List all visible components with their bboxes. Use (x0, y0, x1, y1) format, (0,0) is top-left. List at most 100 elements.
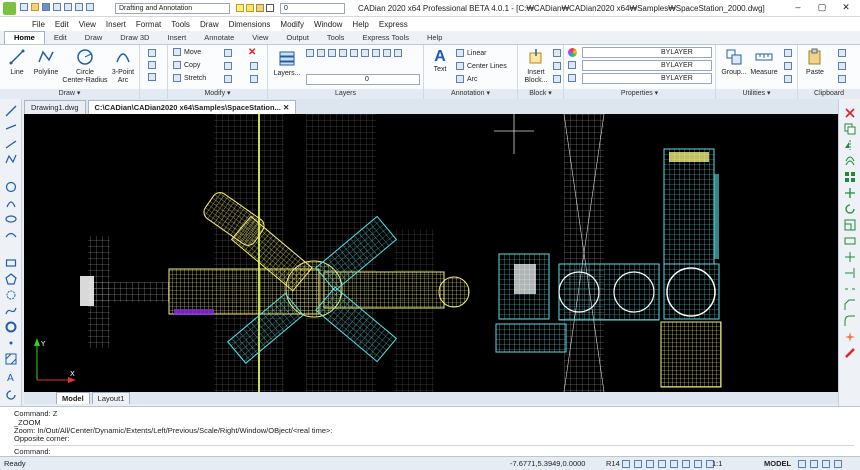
block-icon-1[interactable] (553, 49, 561, 57)
menu-edit[interactable]: Edit (55, 20, 69, 29)
osnap-icon[interactable] (670, 459, 678, 468)
undo-icon[interactable] (75, 3, 83, 11)
layer-icon-5[interactable] (350, 49, 358, 57)
offset-icon[interactable] (844, 155, 856, 167)
layer-combo[interactable]: 0 (306, 74, 420, 85)
tab-help[interactable]: Help (418, 32, 451, 44)
utilities-icon-3[interactable] (784, 75, 792, 83)
draw-rectangle-icon[interactable] (5, 257, 17, 269)
tab-tools[interactable]: Tools (318, 32, 354, 44)
save-icon[interactable] (42, 3, 50, 11)
block-icon-2[interactable] (553, 62, 561, 70)
tab-annotate[interactable]: Annotate (195, 32, 243, 44)
lineweight-toggle-icon[interactable] (694, 459, 702, 468)
workspace-select[interactable]: Drafting and Annotation (115, 3, 230, 14)
draw-line-icon[interactable] (5, 105, 17, 117)
paste-tool[interactable]: Paste (801, 48, 829, 77)
grid-icon[interactable] (634, 459, 642, 468)
measure-tool[interactable]: Measure (749, 48, 779, 77)
close-window-button[interactable]: ✕ (836, 2, 856, 14)
draw-polyline-icon[interactable] (5, 153, 17, 165)
help-icon[interactable] (834, 459, 842, 468)
layer-icon-8[interactable] (383, 49, 391, 57)
tab-insert[interactable]: Insert (158, 32, 195, 44)
bulb-icon[interactable] (236, 4, 244, 12)
tab-draw[interactable]: Draw (76, 32, 112, 44)
draw-ellipse-icon[interactable] (5, 213, 17, 225)
scale-icon-right[interactable] (844, 219, 856, 231)
sun-icon[interactable] (246, 4, 254, 12)
circle-tool[interactable]: Circle Center-Radius (62, 48, 108, 85)
menu-tools[interactable]: Tools (171, 20, 190, 29)
maximize-button[interactable]: ▢ (812, 2, 832, 14)
command-input[interactable]: Command: (14, 445, 854, 456)
modify-panel-title[interactable]: Modify ▾ (168, 89, 267, 99)
donut-icon[interactable] (5, 321, 17, 333)
settings-icon[interactable] (798, 459, 806, 468)
utilities-icon-1[interactable] (784, 49, 792, 57)
color-swatch-icon[interactable] (266, 4, 274, 12)
snap-icon[interactable] (622, 459, 630, 468)
model-space-indicator[interactable]: MODEL (764, 459, 791, 468)
menu-help[interactable]: Help (352, 20, 368, 29)
menu-insert[interactable]: Insert (106, 20, 126, 29)
menu-dimensions[interactable]: Dimensions (229, 20, 271, 29)
menu-draw[interactable]: Draw (200, 20, 219, 29)
tab-model[interactable]: Model (56, 392, 90, 404)
menu-express[interactable]: Express (379, 20, 408, 29)
drawing-canvas[interactable]: Y X (24, 114, 838, 392)
doc-tab-drawing1[interactable]: Drawing1.dwg (24, 100, 86, 114)
layer-icon-1[interactable] (306, 49, 314, 57)
tab-draw-3d[interactable]: Draw 3D (111, 32, 158, 44)
hatch-icon[interactable] (5, 353, 17, 365)
tab-home[interactable]: Home (4, 31, 45, 44)
layers-button[interactable]: Layers... (271, 49, 303, 78)
match-prop-icon[interactable] (838, 75, 846, 83)
draw-circle-icon[interactable] (5, 181, 17, 193)
copy-tool[interactable]: Copy (173, 61, 200, 69)
menu-format[interactable]: Format (136, 20, 161, 29)
erase-icon-right[interactable] (844, 107, 856, 119)
chamfer-icon[interactable] (844, 299, 856, 311)
ortho-icon[interactable] (646, 459, 654, 468)
clipboard-panel-title[interactable]: Clipboard (798, 89, 860, 99)
text-icon-left[interactable]: A (5, 371, 17, 383)
save-as-icon[interactable] (53, 3, 61, 11)
annotation-panel-title[interactable]: Annotation ▾ (424, 89, 517, 99)
version-indicator[interactable]: R14 (606, 459, 620, 468)
arc-dim-tool[interactable]: Arc (456, 75, 478, 83)
redo-icon[interactable] (86, 3, 94, 11)
tab-layout1[interactable]: Layout1 (91, 392, 131, 404)
close-tab-icon[interactable]: ✕ (283, 103, 289, 112)
scale-indicator[interactable]: 1:1 (712, 459, 722, 468)
draw-arc-icon[interactable] (5, 197, 17, 209)
doc-tab-spacestation[interactable]: C:\CADian\CADian2020 x64\Samples\SpaceSt… (87, 100, 297, 114)
cut-icon[interactable] (838, 49, 846, 57)
lineweight-combo[interactable]: BYLAYER (582, 73, 712, 84)
linetype-combo[interactable]: BYLAYER (582, 60, 712, 71)
text-tool[interactable]: A Text (428, 48, 452, 74)
draw-polygon-icon[interactable] (5, 273, 17, 285)
spline-icon[interactable] (5, 305, 17, 317)
ray-icon[interactable] (5, 137, 17, 149)
menu-view[interactable]: View (79, 20, 96, 29)
rectangle-icon[interactable] (148, 61, 156, 69)
stretch-tool[interactable]: Stretch (173, 74, 206, 82)
polygon-icon[interactable] (148, 49, 156, 57)
linetype-icon[interactable] (568, 61, 576, 69)
stretch-icon-right[interactable] (844, 235, 856, 247)
layer-icon-4[interactable] (339, 49, 347, 57)
tab-express-tools[interactable]: Express Tools (353, 32, 418, 44)
color-combo[interactable]: BYLAYER (582, 47, 712, 58)
construction-line-icon[interactable] (5, 121, 17, 133)
layer-icon-6[interactable] (361, 49, 369, 57)
scale-icon[interactable] (224, 75, 232, 83)
menu-file[interactable]: File (32, 20, 45, 29)
elliptical-arc-icon[interactable] (5, 229, 17, 241)
block-icon-3[interactable] (553, 75, 561, 83)
arc-tool[interactable]: 3-Point Arc (108, 48, 138, 85)
point-icon[interactable] (5, 337, 17, 349)
draw-panel-title[interactable]: Draw ▾ (0, 89, 139, 99)
otrack-icon[interactable] (682, 459, 690, 468)
customize-icon[interactable] (810, 459, 818, 468)
